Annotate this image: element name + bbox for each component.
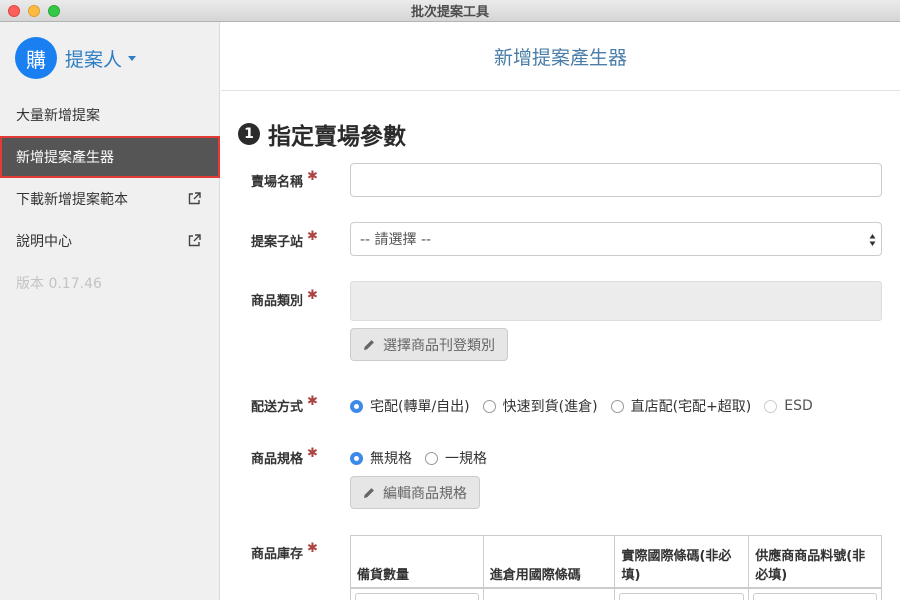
sidebar-item-label: 大量新增提案 [16, 108, 100, 124]
radio-label: 無規格 [370, 451, 412, 467]
sidebar-item-label: 說明中心 [16, 234, 72, 250]
store-name-label: 賣場名稱 ✱ [251, 169, 318, 190]
category-display [350, 281, 882, 321]
shipping-option-store[interactable]: 直店配(宅配+超取) [610, 396, 752, 416]
radio-disabled-icon [764, 399, 778, 413]
field-label-text: 商品庫存 [251, 547, 304, 562]
sidebar-item-label: 新增提案產生器 [16, 150, 114, 166]
field-label-text: 提案子站 [251, 235, 304, 250]
required-icon: ✱ [307, 169, 318, 184]
close-window-button[interactable] [8, 5, 20, 17]
select-value: -- 請選擇 -- [360, 232, 432, 248]
field-label-text: 配送方式 [251, 400, 304, 415]
stock-quantity-input[interactable] [355, 592, 479, 600]
table-cell [350, 587, 484, 600]
store-name-input[interactable] [350, 163, 882, 197]
stock-label: 商品庫存 ✱ [251, 541, 318, 562]
section-title-text: 指定賣場參數 [268, 124, 406, 150]
user-menu[interactable]: 購 提案人 [0, 22, 219, 94]
required-icon: ✱ [307, 394, 318, 409]
spec-option-none[interactable]: 無規格 [350, 448, 412, 468]
required-icon: ✱ [307, 446, 318, 461]
maximize-window-button[interactable] [48, 5, 60, 17]
radio-label: 快速到貨(進倉) [502, 399, 598, 415]
table-header-row: 備貨數量 進倉用國際條碼 實際國際條碼(非必填) 供應商商品料號(非必填) [350, 535, 882, 589]
field-label-text: 商品規格 [251, 452, 304, 467]
table-cell [614, 587, 750, 600]
main-panel: 新增提案產生器 1 指定賣場參數 賣場名稱 ✱ 提案子站 ✱ -- 請選擇 -- 商… [221, 22, 900, 600]
sidebar: 購 提案人 大量新增提案 新增提案產生器 下載新增提案範本 說明中心 版本 0.… [0, 22, 220, 600]
version-label: 版本 0.17.46 [16, 276, 102, 292]
caret-down-icon[interactable] [128, 55, 137, 61]
radio-label: ESD [784, 398, 813, 414]
radio-checked-icon[interactable] [350, 399, 363, 413]
minimize-window-button[interactable] [28, 5, 40, 17]
shipping-option-esd: ESD [764, 398, 813, 414]
required-icon: ✱ [307, 288, 318, 303]
field-label-text: 賣場名稱 [251, 175, 304, 190]
required-icon: ✱ [307, 541, 318, 556]
external-link-icon [188, 192, 201, 205]
sidebar-item-download-template[interactable]: 下載新增提案範本 [0, 178, 219, 220]
button-label: 編輯商品規格 [383, 485, 467, 502]
table-header-cell: 實際國際條碼(非必填) [614, 535, 750, 589]
table-row [350, 587, 882, 600]
field-label-text: 商品類別 [251, 294, 304, 309]
sidebar-item-help-center[interactable]: 說明中心 [0, 220, 219, 262]
sidebar-item-label: 下載新增提案範本 [16, 192, 128, 208]
actual-barcode-input[interactable] [619, 592, 745, 600]
spec-radio-group: 無規格 一規格 [350, 448, 500, 468]
required-icon: ✱ [307, 229, 318, 244]
spec-label: 商品規格 ✱ [251, 446, 318, 467]
table-header-cell: 供應商商品料號(非必填) [748, 535, 882, 589]
radio-checked-icon[interactable] [350, 451, 363, 465]
select-arrows-icon [869, 234, 876, 246]
radio-label: 宅配(轉單/自出) [370, 399, 470, 415]
sub-site-label: 提案子站 ✱ [251, 229, 318, 250]
table-cell [482, 587, 616, 600]
title-bar: 批次提案工具 [0, 0, 900, 22]
shipping-radio-group: 宅配(轉單/自出) 快速到貨(進倉) 直店配(宅配+超取) ESD [350, 396, 826, 416]
radio-label: 一規格 [445, 451, 487, 467]
window-title: 批次提案工具 [410, 5, 489, 20]
external-link-icon [188, 234, 201, 247]
avatar: 購 [15, 37, 57, 79]
shipping-option-home[interactable]: 宅配(轉單/自出) [350, 396, 470, 416]
radio-icon[interactable] [482, 399, 496, 413]
radio-icon[interactable] [610, 399, 624, 413]
edit-spec-button[interactable]: 編輯商品規格 [350, 476, 480, 509]
table-header-cell: 備貨數量 [350, 535, 484, 589]
sidebar-item-proposal-generator[interactable]: 新增提案產生器 [0, 136, 220, 178]
section-heading: 1 指定賣場參數 [238, 117, 406, 151]
page-title: 新增提案產生器 [221, 22, 900, 91]
shipping-label: 配送方式 ✱ [251, 394, 318, 415]
button-label: 選擇商品刊登類別 [383, 337, 495, 354]
table-cell [748, 587, 882, 600]
table-header-cell: 進倉用國際條碼 [482, 535, 616, 589]
spec-option-one[interactable]: 一規格 [425, 448, 487, 468]
pencil-icon [364, 487, 374, 498]
supplier-sku-input[interactable] [753, 592, 877, 600]
stock-table: 備貨數量 進倉用國際條碼 實際國際條碼(非必填) 供應商商品料號(非必填) [350, 535, 882, 600]
category-label: 商品類別 ✱ [251, 288, 318, 309]
radio-icon[interactable] [425, 451, 438, 465]
step-number-icon: 1 [238, 123, 260, 145]
window-controls [8, 5, 60, 17]
sidebar-item-bulk-add[interactable]: 大量新增提案 [0, 94, 219, 136]
select-category-button[interactable]: 選擇商品刊登類別 [350, 328, 508, 361]
shipping-option-fast[interactable]: 快速到貨(進倉) [482, 396, 598, 416]
sub-site-select[interactable]: -- 請選擇 -- [350, 222, 882, 256]
user-name[interactable]: 提案人 [65, 45, 122, 72]
radio-label: 直店配(宅配+超取) [630, 399, 752, 415]
pencil-icon [364, 339, 374, 350]
